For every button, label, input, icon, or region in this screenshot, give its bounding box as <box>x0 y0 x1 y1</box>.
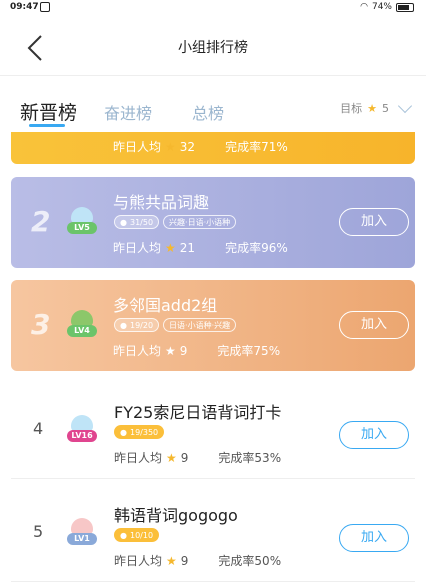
tab-new[interactable]: 新晋榜 <box>20 98 77 125</box>
rank-number: 2 <box>31 205 51 238</box>
group-stats: 昨日人均 ★ 9 完成率50% <box>114 552 281 569</box>
group-row-rank-4[interactable]: 4 LV16 FY25索尼日语背词打卡 ● 19/350 昨日人均 ★ 9 完成率… <box>11 383 415 479</box>
completion-rate: 完成率75% <box>217 344 281 358</box>
target-value: 5 <box>382 101 389 115</box>
completion-rate: 完成率71% <box>225 140 288 154</box>
completion-rate: 完成率50% <box>218 554 282 568</box>
status-time: 09:47 <box>10 2 39 12</box>
group-avatar: LV1 <box>67 518 97 548</box>
person-icon: ● <box>120 428 127 437</box>
group-avatar: LV16 <box>67 415 97 445</box>
member-count-badge: ● 10/10 <box>114 528 160 542</box>
join-button[interactable]: 加入 <box>339 524 409 552</box>
rank-number: 3 <box>31 308 51 341</box>
level-badge: LV1 <box>67 533 97 545</box>
star-icon: ★ <box>165 343 176 358</box>
group-card-rank-3[interactable]: 3 LV4 多邻国add2组 ● 19/20 日语·小语种·兴趣 昨日人均 ★ 9… <box>11 280 415 371</box>
avg-value: 9 <box>179 343 188 358</box>
chevron-down-icon <box>397 98 413 114</box>
bird-icon <box>71 207 93 223</box>
status-bar: 09:47 ◠ 74% <box>0 0 426 16</box>
group-avatar: LV4 <box>67 310 97 340</box>
person-icon: ● <box>120 531 127 540</box>
bird-icon <box>71 415 93 431</box>
member-count-badge: ● 19/350 <box>114 425 165 439</box>
avg-value: 21 <box>179 240 196 255</box>
star-icon: ★ <box>166 553 177 568</box>
member-count-badge: ● 31/50 <box>114 215 160 229</box>
person-icon: ● <box>120 218 127 227</box>
avg-label: 昨日人均 <box>113 140 162 154</box>
group-stats: 昨日人均 ★ 21 完成率96% <box>113 239 288 256</box>
tab-total[interactable]: 总榜 <box>192 100 224 124</box>
tab-progress[interactable]: 奋进榜 <box>104 100 152 124</box>
page-title: 小组排行榜 <box>178 40 248 56</box>
avg-label: 昨日人均 <box>114 554 163 568</box>
tab-active-indicator <box>29 124 65 127</box>
group-card-rank-1[interactable]: 昨日人均 ★ 32 完成率71% <box>11 132 415 164</box>
group-stats: 昨日人均 ★ 9 完成率75% <box>113 342 280 359</box>
nav-bar: 小组排行榜 <box>0 20 426 76</box>
battery-level: 74% <box>371 2 392 12</box>
wifi-icon: ◠ <box>360 2 368 12</box>
group-name: FY25索尼日语背词打卡 <box>114 403 282 422</box>
sim-icon <box>40 2 50 12</box>
rank-number: 5 <box>33 522 44 541</box>
level-badge: LV5 <box>67 222 97 234</box>
avg-label: 昨日人均 <box>114 451 163 465</box>
completion-rate: 完成率53% <box>218 451 282 465</box>
group-name: 与熊共品词趣 <box>113 193 210 212</box>
join-button[interactable]: 加入 <box>339 208 409 236</box>
category-tag: 日语·小语种·兴趣 <box>163 318 237 332</box>
group-stats: 昨日人均 ★ 9 完成率53% <box>114 449 281 466</box>
star-icon: ★ <box>367 101 377 115</box>
group-avatar: LV5 <box>67 207 97 237</box>
avg-value: 9 <box>180 553 189 568</box>
avg-label: 昨日人均 <box>113 241 162 255</box>
tab-bar: 新晋榜 奋进榜 总榜 目标 ★ 5 <box>0 96 426 130</box>
star-icon: ★ <box>166 450 177 465</box>
turtle-icon <box>71 310 93 326</box>
target-filter[interactable]: 目标 ★ 5 <box>340 98 413 116</box>
avg-value: 9 <box>180 450 189 465</box>
star-icon: ★ <box>165 139 176 154</box>
pig-icon <box>71 518 93 534</box>
group-stats: 昨日人均 ★ 32 完成率71% <box>113 138 288 155</box>
avg-value: 32 <box>179 139 196 154</box>
join-button[interactable]: 加入 <box>339 421 409 449</box>
member-count-badge: ● 19/20 <box>114 318 160 332</box>
group-row-rank-5[interactable]: 5 LV1 韩语背词gogogo ● 10/10 昨日人均 ★ 9 完成率50% … <box>11 486 415 582</box>
completion-rate: 完成率96% <box>225 241 288 255</box>
star-icon: ★ <box>165 240 176 255</box>
group-card-rank-2[interactable]: 2 LV5 与熊共品词趣 ● 31/50 兴趣·日语·小语种 昨日人均 ★ 21 … <box>11 177 415 268</box>
target-label: 目标 <box>340 102 363 115</box>
level-badge: LV16 <box>67 430 97 442</box>
group-name: 韩语背词gogogo <box>114 506 238 525</box>
person-icon: ● <box>120 321 127 330</box>
battery-icon <box>396 2 414 12</box>
rank-number: 4 <box>33 419 44 438</box>
group-name: 多邻国add2组 <box>113 296 218 315</box>
category-tag: 兴趣·日语·小语种 <box>163 215 237 229</box>
join-button[interactable]: 加入 <box>339 311 409 339</box>
level-badge: LV4 <box>67 325 97 337</box>
avg-label: 昨日人均 <box>113 344 162 358</box>
